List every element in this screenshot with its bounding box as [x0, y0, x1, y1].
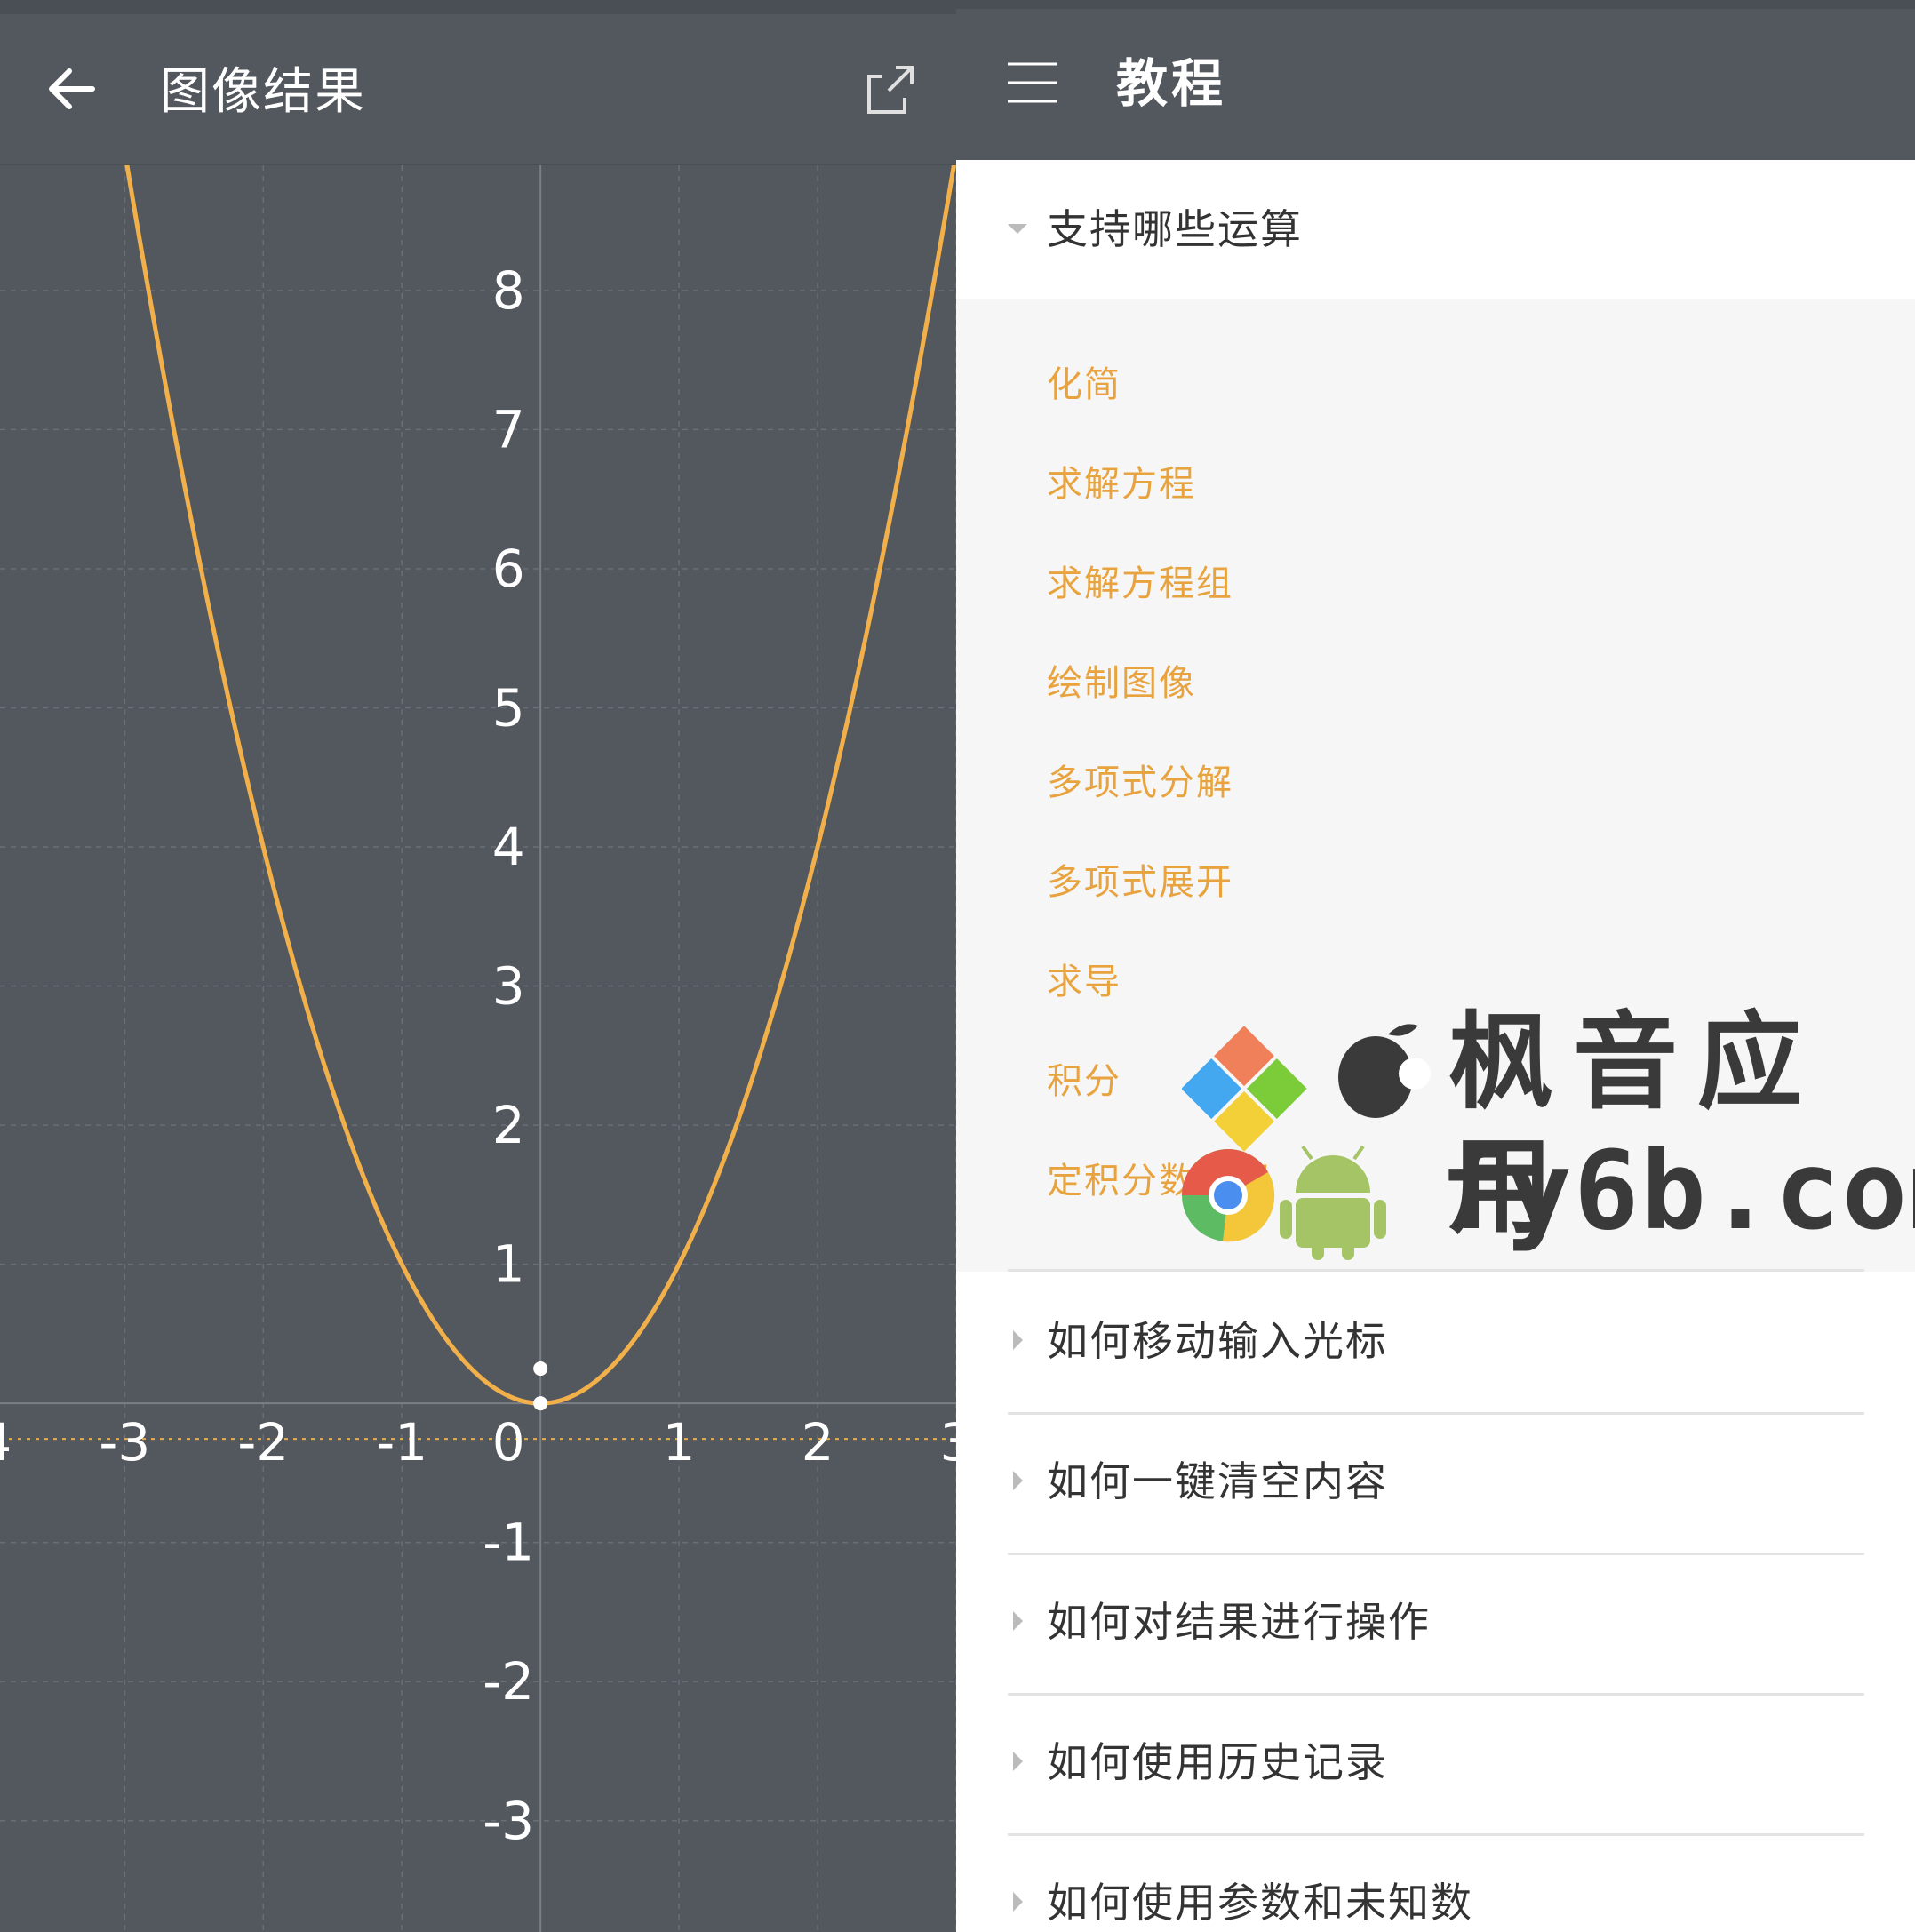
section-history[interactable]: 如何使用历史记录	[1008, 1693, 1864, 1836]
section-label: 如何使用历史记录	[1047, 1738, 1388, 1786]
data-point	[533, 1361, 548, 1377]
section-move-cursor[interactable]: 如何移动输入光标	[1008, 1272, 1864, 1415]
y-tick-label: 8	[492, 260, 525, 321]
operation-derivative[interactable]: 求导	[1047, 957, 1121, 1028]
chrome-logo-icon	[1182, 1149, 1275, 1242]
graph-header: 图像结果	[0, 14, 956, 165]
function-graph[interactable]: -4 -3 -2 -1 0 1 2 3 8 7 6 5 4 3 2 1 -1 -2 -3	[0, 165, 956, 1932]
y-tick-label: -1	[483, 1513, 534, 1573]
caret-right-icon	[1013, 1752, 1023, 1771]
curve-series	[124, 165, 956, 1406]
section-label: 如何一键清空内容	[1047, 1457, 1388, 1505]
caret-down-icon	[1008, 224, 1027, 234]
axes	[0, 165, 956, 1932]
operation-integral[interactable]: 积分	[1047, 1057, 1121, 1128]
section-label: 如何移动输入光标	[1047, 1317, 1388, 1365]
section-label: 如何使用参数和未知数	[1047, 1879, 1473, 1927]
y-tick-label: 5	[492, 677, 525, 738]
caret-right-icon	[1013, 1330, 1023, 1350]
section-parameters[interactable]: 如何使用参数和未知数	[1008, 1833, 1864, 1932]
section-label: 如何对结果进行操作	[1047, 1598, 1431, 1646]
operation-expand-polynomial[interactable]: 多项式展开	[1047, 858, 1233, 929]
operation-simplify[interactable]: 化简	[1047, 360, 1121, 431]
apple-logo-icon	[1338, 1024, 1431, 1118]
section-supported-operations[interactable]: 支持哪些运算	[1008, 160, 1864, 303]
arrow-left-icon	[49, 68, 95, 109]
tutorial-header: 教程	[956, 0, 1915, 160]
android-logo-icon	[1280, 1145, 1386, 1260]
status-strip	[956, 0, 1915, 9]
page-title: 教程	[1116, 53, 1227, 114]
tutorial-panel: 教程 支持哪些运算 化简 求解方程 求解方程组 绘制图像 多项式分解 多项式展开…	[956, 0, 1915, 1932]
y-tick-label: 4	[492, 817, 525, 877]
section-label: 支持哪些运算	[1047, 205, 1303, 253]
caret-right-icon	[1013, 1471, 1023, 1490]
x-tick-label: 2	[802, 1412, 834, 1473]
menu-button[interactable]	[1006, 60, 1059, 105]
x-tick-labels: -4 -3 -2 -1 0 1 2 3	[0, 1412, 956, 1473]
x-tick-label: -2	[237, 1412, 289, 1473]
y-tick-label: 7	[492, 399, 525, 459]
share-icon	[867, 66, 914, 114]
page-title: 图像结果	[160, 63, 366, 121]
share-button[interactable]	[858, 59, 921, 121]
x-tick-label: 1	[663, 1412, 696, 1473]
watermark-url: fy6b.com	[1440, 1128, 1915, 1254]
x-tick-label: -1	[376, 1412, 427, 1473]
windows-logo-icon	[1182, 1026, 1307, 1152]
x-tick-label: -3	[99, 1412, 150, 1473]
operation-solve-system[interactable]: 求解方程组	[1047, 559, 1233, 630]
operation-plot-graph[interactable]: 绘制图像	[1047, 659, 1196, 730]
grid-lines	[0, 165, 956, 1932]
y-tick-label: 3	[492, 956, 525, 1017]
back-button[interactable]	[43, 62, 107, 116]
y-tick-label: 1	[492, 1234, 525, 1295]
section-result-actions[interactable]: 如何对结果进行操作	[1008, 1553, 1864, 1696]
y-tick-label: -3	[483, 1791, 534, 1851]
caret-right-icon	[1013, 1611, 1023, 1631]
x-tick-label: 3	[940, 1412, 956, 1473]
y-tick-label: -2	[483, 1651, 534, 1712]
menu-icon	[1008, 62, 1057, 103]
operation-factor-polynomial[interactable]: 多项式分解	[1047, 758, 1233, 829]
operation-solve-equation[interactable]: 求解方程	[1047, 459, 1196, 531]
graph-panel: 图像结果 -4 -3 -2 -1 0 1 2 3 8 7 6 5 4 3 2 1 -1 -2 -3	[0, 0, 956, 1932]
data-point	[533, 1396, 548, 1411]
y-tick-label: 2	[492, 1095, 525, 1155]
section-clear-content[interactable]: 如何一键清空内容	[1008, 1412, 1864, 1555]
caret-right-icon	[1013, 1892, 1023, 1912]
y-tick-label: 6	[492, 539, 525, 599]
y-tick-labels: 8 7 6 5 4 3 2 1 -1 -2 -3	[483, 260, 534, 1851]
status-strip	[0, 0, 956, 14]
x-tick-label: -4	[0, 1412, 12, 1473]
x-tick-label: 0	[492, 1412, 525, 1473]
